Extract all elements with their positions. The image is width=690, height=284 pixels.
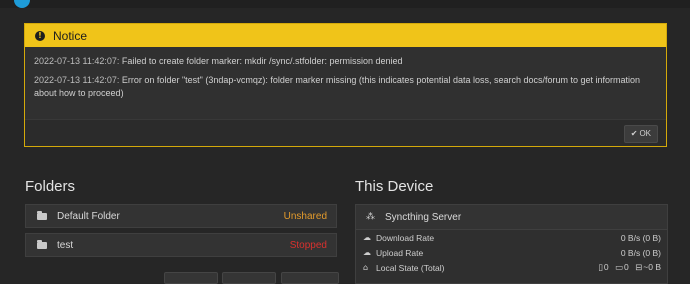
- device-header[interactable]: ⁂ Syncthing Server: [356, 205, 667, 230]
- ok-label: OK: [639, 129, 651, 138]
- size-value: ~0 B: [643, 262, 661, 272]
- notice-message: 2022-07-13 11:42:07: Failed to create fo…: [34, 55, 657, 68]
- notice-header: ! Notice: [25, 24, 666, 47]
- download-rate-row: ☁ Download Rate 0 B/s (0 B): [356, 230, 667, 245]
- device-name: Syncthing Server: [385, 211, 462, 223]
- ok-button[interactable]: ✔ OK: [623, 125, 658, 143]
- cloud-upload-icon: ☁: [363, 248, 371, 257]
- check-icon: ✔: [630, 129, 638, 138]
- pause-all-button[interactable]: [164, 272, 218, 284]
- local-state-row: ⌂ Local State (Total) ▯0 ▭0 ⊟~0 B: [356, 260, 667, 275]
- message-text: Failed to create folder marker: mkdir /s…: [121, 56, 403, 66]
- notice-message: 2022-07-13 11:42:07: Error on folder "te…: [34, 74, 657, 100]
- folder-name: test: [57, 239, 74, 251]
- folder-row-test[interactable]: test Stopped: [25, 233, 337, 257]
- folders-heading: Folders: [25, 178, 76, 195]
- message-text: Error on folder "test" (3ndap-vcmqz): fo…: [34, 75, 641, 98]
- folder-name: Default Folder: [57, 210, 120, 222]
- syncthing-logo[interactable]: [14, 0, 30, 8]
- stat-label: Download Rate: [376, 232, 435, 243]
- notice-body: 2022-07-13 11:42:07: Failed to create fo…: [25, 47, 666, 100]
- files-count: 0: [603, 262, 609, 272]
- top-navbar: [0, 0, 690, 8]
- rescan-all-button[interactable]: [222, 272, 276, 284]
- folder-row-default-folder[interactable]: Default Folder Unshared: [25, 204, 337, 228]
- message-timestamp: 2022-07-13 11:42:07:: [34, 56, 120, 66]
- stat-label: Upload Rate: [376, 247, 424, 258]
- exclamation-circle-icon: !: [35, 30, 45, 41]
- home-icon: ⌂: [363, 263, 369, 272]
- this-device-heading: This Device: [355, 178, 434, 195]
- cloud-download-icon: ☁: [363, 233, 371, 242]
- folder-status: Unshared: [283, 210, 327, 222]
- folder-status: Stopped: [289, 239, 327, 251]
- folder-icon: ▭: [615, 263, 624, 273]
- this-device-panel: ⁂ Syncthing Server ☁ Download Rate 0 B/s…: [355, 204, 668, 284]
- stat-value: 0 B/s (0 B): [620, 232, 661, 243]
- add-folder-button[interactable]: [281, 272, 339, 284]
- message-timestamp: 2022-07-13 11:42:07:: [34, 75, 120, 85]
- stat-label: Local State (Total): [376, 262, 445, 273]
- notice-panel: ! Notice 2022-07-13 11:42:07: Failed to …: [24, 23, 667, 147]
- folder-icon: [37, 210, 47, 220]
- notice-footer: ✔ OK: [25, 119, 666, 146]
- notice-title: Notice: [53, 28, 88, 43]
- device-identicon-icon: ⁂: [366, 212, 375, 222]
- folder-icon: [37, 239, 47, 249]
- upload-rate-row: ☁ Upload Rate 0 B/s (0 B): [356, 245, 667, 260]
- local-state-values: ▯0 ▭0 ⊟~0 B: [594, 262, 661, 273]
- file-icon: ▯: [598, 263, 603, 273]
- stat-value: 0 B/s (0 B): [620, 247, 661, 258]
- hdd-icon: ⊟: [635, 263, 643, 273]
- dirs-count: 0: [624, 262, 629, 272]
